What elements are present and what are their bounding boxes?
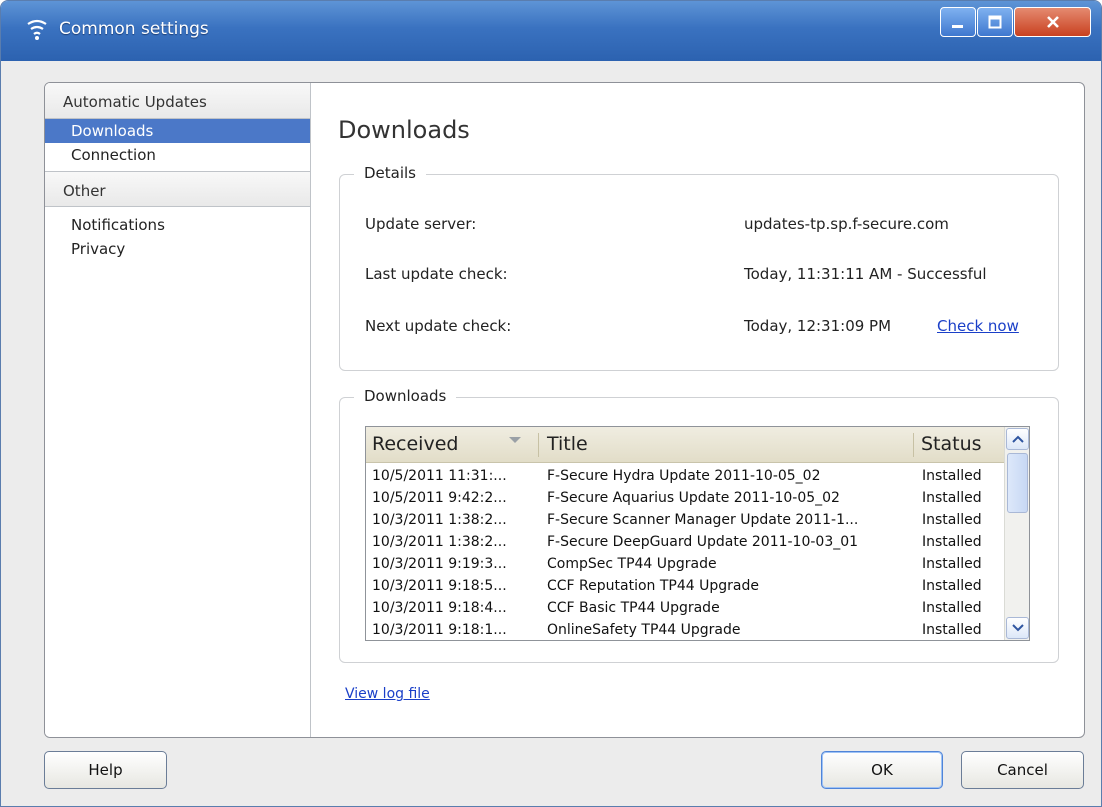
- cell-received: 10/3/2011 1:38:2...: [372, 534, 507, 550]
- downloads-group-label: Downloads: [354, 387, 457, 405]
- downloads-group: Downloads Received Title Status 10/5/201…: [339, 387, 1059, 663]
- sidebar-item-connection[interactable]: Connection: [45, 143, 310, 167]
- page-title: Downloads: [338, 116, 470, 144]
- next-check-label: Next update check:: [365, 317, 512, 335]
- cell-title: CompSec TP44 Upgrade: [547, 556, 717, 572]
- last-check-value: Today, 11:31:11 AM - Successful: [744, 265, 987, 283]
- minimize-button[interactable]: [940, 7, 976, 37]
- sidebar-item-privacy[interactable]: Privacy: [45, 237, 310, 261]
- cell-title: F-Secure Scanner Manager Update 2011-1..…: [547, 512, 859, 528]
- table-row[interactable]: 10/3/2011 9:18:4... CCF Basic TP44 Upgrad…: [366, 597, 1006, 619]
- common-settings-window: Common settings Automatic Updates Downlo…: [0, 0, 1102, 807]
- settings-frame: Automatic Updates Downloads Connection O…: [44, 82, 1085, 738]
- table-row[interactable]: 10/3/2011 1:38:2... F-Secure DeepGuard Up…: [366, 531, 1006, 553]
- main-content: Downloads Details Update server: updates…: [311, 83, 1084, 737]
- cell-status: Installed: [922, 512, 982, 528]
- cell-status: Installed: [922, 556, 982, 572]
- details-group-label: Details: [354, 164, 427, 182]
- sidebar-item-label: Downloads: [71, 122, 154, 140]
- maximize-icon: [988, 15, 1002, 29]
- cell-received: 10/3/2011 1:38:2...: [372, 512, 507, 528]
- sidebar-item-downloads[interactable]: Downloads: [45, 119, 310, 143]
- column-divider[interactable]: [913, 433, 914, 457]
- table-row[interactable]: 10/3/2011 9:19:3... CompSec TP44 Upgrade I…: [366, 553, 1006, 575]
- cell-title: CCF Reputation TP44 Upgrade: [547, 578, 759, 594]
- chevron-up-icon: [1011, 435, 1024, 443]
- scroll-up-button[interactable]: [1006, 428, 1029, 450]
- cell-title: OnlineSafety TP44 Upgrade: [547, 622, 741, 638]
- table-row[interactable]: 10/3/2011 9:18:1... OnlineSafety TP44 Upg…: [366, 619, 1006, 640]
- table-row[interactable]: 10/5/2011 9:42:2... F-Secure Aquarius Upd…: [366, 487, 1006, 509]
- sidebar-group-automatic-updates: Automatic Updates: [45, 83, 310, 119]
- column-header-title[interactable]: Title: [547, 433, 588, 455]
- sort-descending-icon: [509, 437, 521, 443]
- cell-status: Installed: [922, 578, 982, 594]
- list-rows: 10/5/2011 11:31:... F-Secure Hydra Update…: [366, 465, 1006, 640]
- next-check-value: Today, 12:31:09 PM: [744, 317, 892, 335]
- cancel-button[interactable]: Cancel: [961, 751, 1084, 789]
- column-header-status[interactable]: Status: [921, 433, 982, 455]
- cell-status: Installed: [922, 600, 982, 616]
- close-icon: [1046, 16, 1059, 28]
- sidebar-item-label: Notifications: [71, 216, 165, 234]
- cell-received: 10/5/2011 9:42:2...: [372, 490, 507, 506]
- help-button[interactable]: Help: [44, 751, 167, 789]
- downloads-list[interactable]: Received Title Status 10/5/2011 11:31:..…: [365, 426, 1030, 641]
- column-divider[interactable]: [538, 433, 539, 457]
- last-check-label: Last update check:: [365, 265, 508, 283]
- title-bar[interactable]: Common settings: [1, 1, 1101, 61]
- list-header: Received Title Status: [366, 427, 1006, 463]
- vertical-scrollbar[interactable]: [1004, 427, 1029, 640]
- sidebar-item-notifications[interactable]: Notifications: [45, 213, 310, 237]
- check-now-link[interactable]: Check now: [937, 317, 1019, 335]
- cell-received: 10/5/2011 11:31:...: [372, 468, 507, 484]
- sidebar-item-label: Connection: [71, 146, 156, 164]
- cell-received: 10/3/2011 9:18:4...: [372, 600, 507, 616]
- sidebar-group-other: Other: [45, 171, 310, 207]
- scroll-down-button[interactable]: [1006, 617, 1029, 639]
- view-log-file-link[interactable]: View log file: [345, 686, 430, 702]
- sidebar: Automatic Updates Downloads Connection O…: [45, 83, 311, 737]
- cell-title: F-Secure DeepGuard Update 2011-10-03_01: [547, 534, 859, 550]
- cell-status: Installed: [922, 468, 982, 484]
- scroll-thumb[interactable]: [1007, 453, 1028, 513]
- ok-button[interactable]: OK: [821, 751, 943, 789]
- app-icon: [27, 19, 47, 40]
- cell-title: CCF Basic TP44 Upgrade: [547, 600, 720, 616]
- chevron-down-icon: [1011, 624, 1024, 632]
- table-row[interactable]: 10/3/2011 1:38:2... F-Secure Scanner Mana…: [366, 509, 1006, 531]
- table-row[interactable]: 10/5/2011 11:31:... F-Secure Hydra Update…: [366, 465, 1006, 487]
- details-group: Details Update server: updates-tp.sp.f-s…: [339, 164, 1059, 371]
- cell-received: 10/3/2011 9:19:3...: [372, 556, 507, 572]
- cell-received: 10/3/2011 9:18:1...: [372, 622, 507, 638]
- minimize-icon: [952, 25, 963, 28]
- sidebar-item-label: Privacy: [71, 240, 126, 258]
- window-title: Common settings: [59, 19, 209, 39]
- close-button[interactable]: [1014, 7, 1091, 37]
- cell-status: Installed: [922, 490, 982, 506]
- cell-title: F-Secure Aquarius Update 2011-10-05_02: [547, 490, 840, 506]
- cell-status: Installed: [922, 622, 982, 638]
- update-server-label: Update server:: [365, 215, 477, 233]
- maximize-button[interactable]: [977, 7, 1013, 37]
- cell-received: 10/3/2011 9:18:5...: [372, 578, 507, 594]
- update-server-value: updates-tp.sp.f-secure.com: [744, 215, 949, 233]
- cell-status: Installed: [922, 534, 982, 550]
- column-header-received[interactable]: Received: [372, 433, 458, 455]
- cell-title: F-Secure Hydra Update 2011-10-05_02: [547, 468, 821, 484]
- table-row[interactable]: 10/3/2011 9:18:5... CCF Reputation TP44 U…: [366, 575, 1006, 597]
